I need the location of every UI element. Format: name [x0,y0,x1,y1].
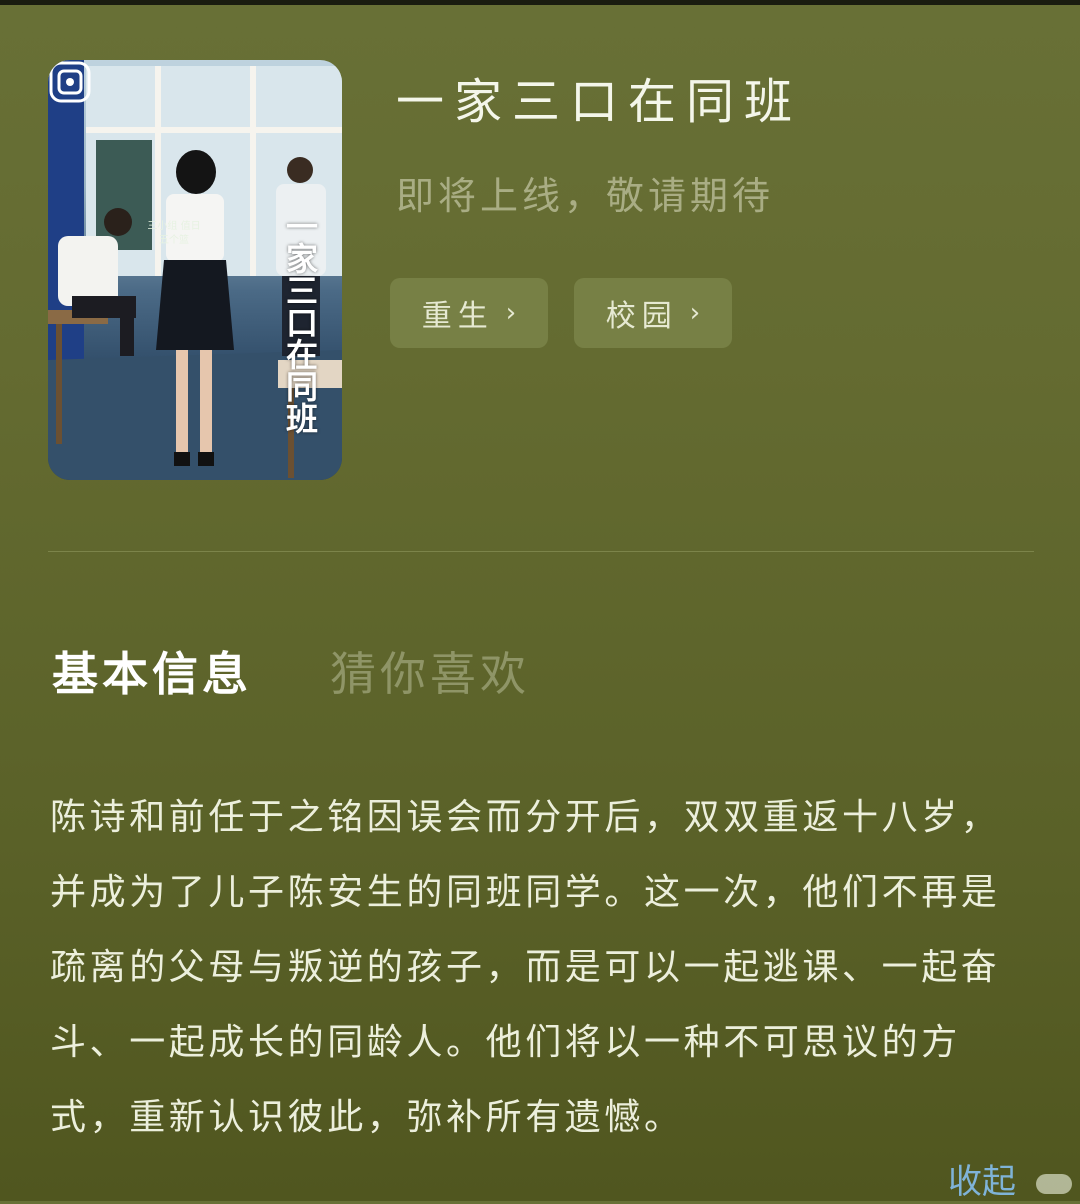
tab-basic-info[interactable]: 基本信息 [52,644,252,704]
cover-logo-icon [49,61,91,103]
cover-blackboard-text: 三小组 值日 五个篮 [147,221,201,246]
boy-shirt [58,236,118,306]
tag-label: 校园 [605,299,678,334]
boy2-head [287,157,313,183]
girl-skirt [156,260,234,350]
chevron-right-icon: › [689,298,701,328]
cover-title: 一家三口在同班 [281,210,319,434]
section-divider [48,551,1034,552]
corner-badge [1036,1174,1072,1194]
tag-rebirth-button[interactable]: 重生 › [390,278,548,348]
tag-campus-button[interactable]: 校园 › [574,278,732,348]
tag-label: 重生 [421,299,494,334]
book-status-subtitle: 即将上线，敬请期待 [396,174,775,218]
girl-hair [176,150,216,194]
synopsis-text: 陈诗和前任于之铭因误会而分开后，双双重返十八岁，并成为了儿子陈安生的同班同学。这… [50,797,1001,1138]
top-status-strip [0,0,1080,5]
chevron-right-icon: › [505,298,517,328]
boy-head [104,208,132,236]
tab-recommendations[interactable]: 猜你喜欢 [330,644,530,704]
book-cover[interactable]: 三小组 值日 五个篮 一家三口在同班 [48,60,342,480]
book-title: 一家三口在同班 [396,74,803,130]
collapse-button[interactable]: 收起 [948,1160,1016,1204]
